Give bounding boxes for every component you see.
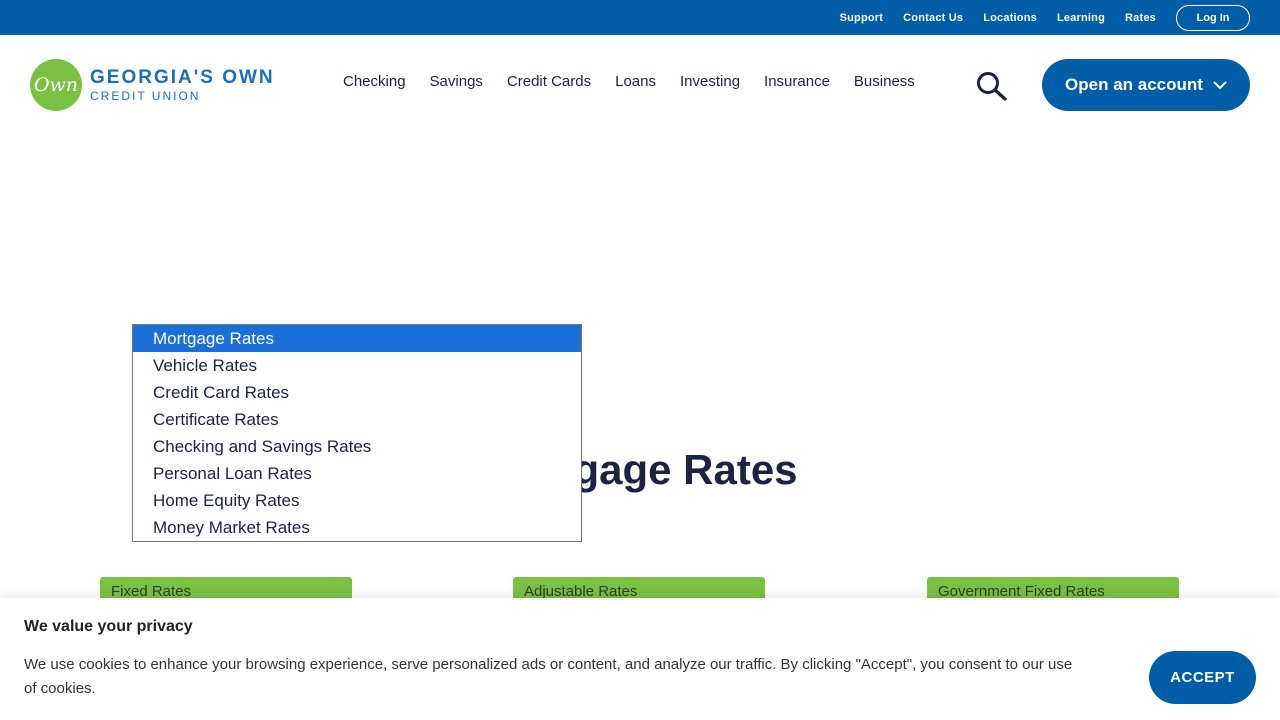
nav-item-investing[interactable]: Investing [680,73,740,90]
rates-dropdown-list[interactable]: Mortgage Rates Vehicle Rates Credit Card… [132,324,582,542]
cookie-banner: We value your privacy We use cookies to … [0,598,1280,720]
utility-links: Support Contact Us Locations Learning Ra… [820,0,1250,35]
login-button[interactable]: Log In [1176,4,1250,31]
dropdown-option-vehicle-rates[interactable]: Vehicle Rates [133,352,581,379]
chevron-down-icon [1213,80,1227,89]
logo-wordmark: GEORGIA'S OWN CREDIT UNION [90,68,275,102]
cookie-text: We use cookies to enhance your browsing … [24,656,1073,697]
nav-item-savings[interactable]: Savings [430,73,483,90]
dropdown-option-money-market-rates[interactable]: Money Market Rates [133,514,581,541]
nav-item-checking[interactable]: Checking [343,73,406,90]
nav-item-loans[interactable]: Loans [615,73,656,90]
open-account-button[interactable]: Open an account [1042,59,1250,111]
logo-mark: Own [30,59,82,111]
search-icon[interactable] [976,71,1008,101]
nav-item-insurance[interactable]: Insurance [764,73,830,90]
dropdown-option-home-equity-rates[interactable]: Home Equity Rates [133,487,581,514]
logo-name: GEORGIA'S OWN [90,67,275,88]
utility-link-support[interactable]: Support [840,12,884,24]
logo[interactable]: Own GEORGIA'S OWN CREDIT UNION [30,59,275,111]
dropdown-option-checking-savings-rates[interactable]: Checking and Savings Rates [133,433,581,460]
dropdown-option-certificate-rates[interactable]: Certificate Rates [133,406,581,433]
accept-cookies-button[interactable]: ACCEPT [1149,651,1256,704]
nav-item-credit-cards[interactable]: Credit Cards [507,73,591,90]
utility-link-locations[interactable]: Locations [983,12,1037,24]
logo-subtitle: CREDIT UNION [90,89,201,103]
utility-link-rates[interactable]: Rates [1125,12,1156,24]
main-nav: Own GEORGIA'S OWN CREDIT UNION Checking … [0,35,1280,135]
utility-link-learning[interactable]: Learning [1057,12,1105,24]
dropdown-option-personal-loan-rates[interactable]: Personal Loan Rates [133,460,581,487]
utility-link-contact-us[interactable]: Contact Us [903,12,963,24]
primary-nav: Checking Savings Credit Cards Loans Inve… [331,73,927,90]
utility-bar: Support Contact Us Locations Learning Ra… [0,0,1280,35]
open-account-label: Open an account [1065,75,1203,94]
cookie-title: We value your privacy [24,618,193,635]
dropdown-option-credit-card-rates[interactable]: Credit Card Rates [133,379,581,406]
nav-item-business[interactable]: Business [854,73,915,90]
logo-mark-text: Own [33,74,79,96]
dropdown-option-mortgage-rates[interactable]: Mortgage Rates [133,325,581,352]
